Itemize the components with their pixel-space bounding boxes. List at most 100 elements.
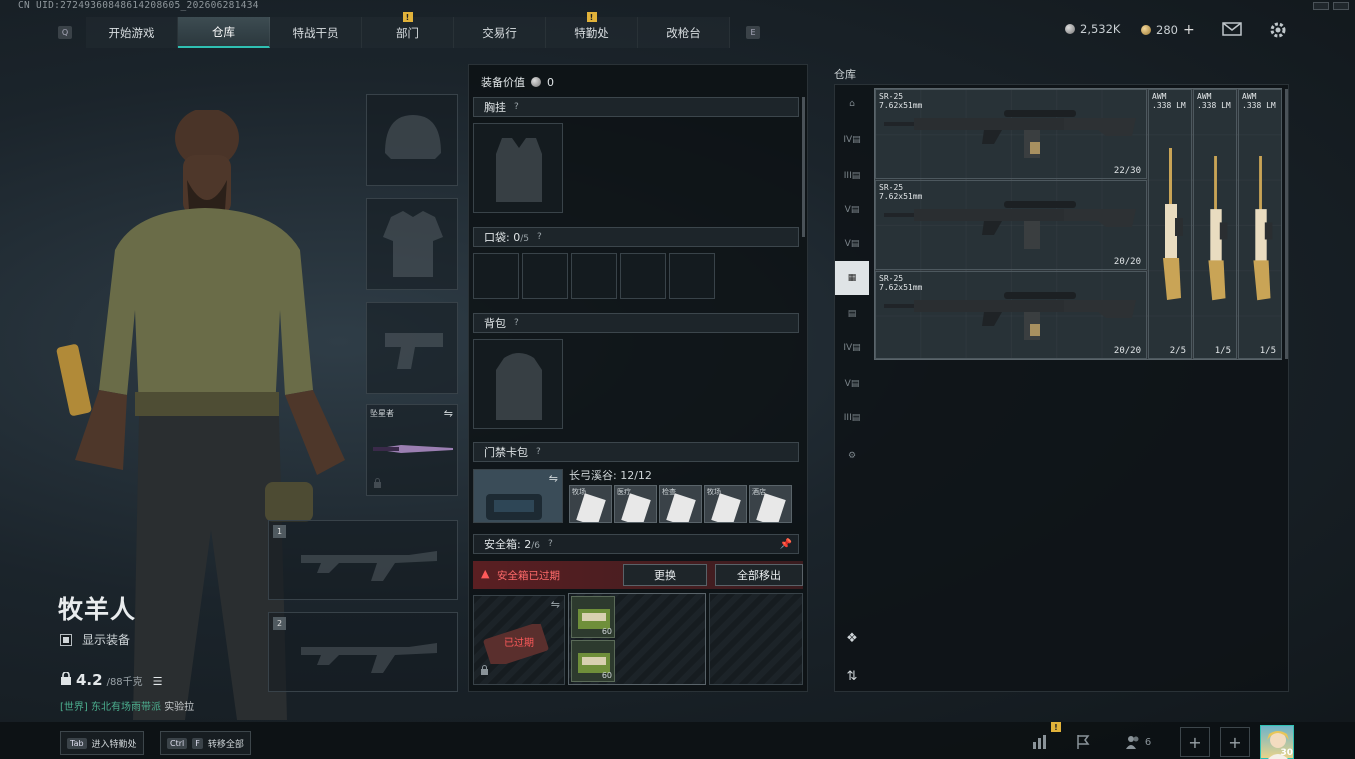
invite-slot-2-button[interactable]: +	[1220, 727, 1250, 757]
tab-3[interactable]: 部门!	[362, 12, 454, 48]
expired-tag: 已过期	[504, 638, 534, 649]
add-gold-button[interactable]: +	[1183, 22, 1195, 38]
weapon-ammo-count: 22/30	[1113, 166, 1141, 176]
player-avatar[interactable]: 30	[1260, 725, 1294, 759]
backpack-title: 背包	[484, 317, 506, 330]
swap-icon[interactable]: ⇋	[549, 472, 558, 485]
swap-icon[interactable]: ⇋	[551, 598, 560, 611]
weapon-item[interactable]: SR-25 7.62x51mm 20/20	[875, 180, 1147, 270]
chat-line[interactable]: [世界] 东北有场雨带派 实验拉	[60, 698, 194, 713]
show-equipment-checkbox[interactable]	[60, 633, 72, 646]
warehouse-tab-10[interactable]: III▤	[835, 401, 869, 435]
keycard-case-slot[interactable]: ⇋	[473, 469, 563, 523]
helmet-slot[interactable]	[366, 94, 458, 186]
tab-6[interactable]: 改枪台	[638, 17, 730, 48]
settings-gear-icon[interactable]	[1268, 20, 1288, 43]
ammo-box-item[interactable]: 60	[571, 640, 615, 682]
help-icon[interactable]: ?	[537, 232, 542, 242]
tab-alert-icon: !	[402, 12, 413, 22]
enter-special-ops-button[interactable]: Tab 进入特勤处	[60, 731, 144, 755]
warehouse-tab-7[interactable]: ▤	[835, 297, 869, 331]
melee-slot[interactable]: 坠星者 ⇋	[366, 404, 458, 496]
pistol-slot[interactable]	[366, 302, 458, 394]
pocket-slot[interactable]	[571, 253, 617, 299]
tab-0[interactable]: 开始游戏	[86, 17, 178, 48]
awm-name: AWM	[1242, 92, 1257, 101]
invite-slot-1-button[interactable]: +	[1180, 727, 1210, 757]
chest-rig-slot[interactable]	[473, 123, 563, 213]
stack-layers-icon[interactable]: ❖	[835, 621, 869, 655]
awm-item[interactable]: AWM .338 LM 2/5	[1148, 89, 1192, 359]
warehouse-settings-icon[interactable]: ⚙	[835, 439, 869, 473]
scrollbar[interactable]	[802, 97, 805, 237]
transfer-all-button[interactable]: Ctrl F 转移全部	[160, 731, 251, 755]
warehouse-tab-5[interactable]: V▤	[835, 193, 869, 227]
safebox-header[interactable]: 安全箱: 2/6 ? 📌	[473, 534, 799, 554]
warehouse-tab-4[interactable]: IV▤	[835, 123, 869, 157]
replace-button[interactable]: 更换	[623, 564, 707, 586]
f-key: F	[192, 737, 203, 749]
pocket-slot[interactable]	[669, 253, 715, 299]
warehouse-tab-8[interactable]: IV▤	[835, 331, 869, 365]
backpack-header[interactable]: 背包?	[473, 313, 799, 333]
stats-chart-icon[interactable]	[1025, 729, 1055, 755]
armor-slot[interactable]	[366, 198, 458, 290]
weapon-item[interactable]: SR-25 7.62x51mm 20/20	[875, 271, 1147, 359]
keycard-item[interactable]: 牧场	[569, 485, 612, 523]
window-controls[interactable]	[1313, 2, 1349, 10]
pin-icon[interactable]: 📌	[780, 539, 792, 550]
ammo-box-item[interactable]: 60	[571, 596, 615, 638]
warehouse-tab-6[interactable]: V▤	[835, 227, 869, 261]
warehouse-tab-3[interactable]: III▤	[835, 159, 869, 193]
keycard-item[interactable]: 医疗	[614, 485, 657, 523]
list-icon[interactable]: ☰	[153, 675, 163, 688]
melee-label: 坠星者	[370, 409, 394, 418]
tab-5[interactable]: 特勤处!	[546, 12, 638, 48]
sort-icon[interactable]: ⇅	[835, 659, 869, 693]
pocket-slot[interactable]	[473, 253, 519, 299]
help-icon[interactable]: ?	[514, 102, 519, 112]
pocket-slot[interactable]	[620, 253, 666, 299]
keycard-title: 门禁卡包	[484, 446, 528, 459]
primary-weapon-slot-2[interactable]: 2	[268, 612, 458, 692]
gold-balance[interactable]: 280 +	[1141, 22, 1195, 38]
pocket-slot[interactable]	[522, 253, 568, 299]
help-icon[interactable]: ?	[536, 447, 541, 457]
tab-2[interactable]: 特战干员	[270, 17, 362, 48]
keycard-item[interactable]: 牧场	[704, 485, 747, 523]
awm-item[interactable]: AWM .338 LM 1/5	[1193, 89, 1237, 359]
show-equipment-toggle[interactable]: 显示装备	[60, 631, 130, 648]
backpack-slot[interactable]	[473, 339, 563, 429]
minimize-icon[interactable]	[1313, 2, 1329, 10]
pockets-header[interactable]: 口袋: 0/5 ?	[473, 227, 799, 247]
warehouse-scrollbar[interactable]	[1285, 89, 1288, 359]
swap-icon[interactable]: ⇋	[444, 407, 453, 420]
warehouse-tab-all[interactable]: ⌂	[835, 87, 869, 121]
tab-key: Tab	[67, 737, 87, 749]
friends-button[interactable]: 6	[1118, 729, 1158, 755]
tab-4[interactable]: 交易行	[454, 17, 546, 48]
help-icon[interactable]: ?	[514, 318, 519, 328]
help-icon[interactable]: ?	[548, 539, 553, 549]
keycard-item[interactable]: 酒店	[749, 485, 792, 523]
transfer-all-label: 转移全部	[207, 739, 244, 750]
primary-weapon-slot-1[interactable]: 1	[268, 520, 458, 600]
safebox-label: 安全箱:	[484, 538, 521, 551]
move-all-button[interactable]: 全部移出	[715, 564, 803, 586]
awm-item[interactable]: AWM .338 LM 1/5	[1238, 89, 1282, 359]
warehouse-tab-9[interactable]: V▤	[835, 367, 869, 401]
keycard-header[interactable]: 门禁卡包?	[473, 442, 799, 462]
safebox-slot[interactable]: ⇋ 已过期	[473, 595, 565, 685]
flag-icon[interactable]	[1068, 729, 1098, 755]
chest-rig-header[interactable]: 胸挂?	[473, 97, 799, 117]
lock-icon	[373, 478, 382, 491]
tab-1[interactable]: 仓库	[178, 17, 270, 48]
chat-player: 实验拉	[164, 702, 195, 713]
avatar-level: 30	[1280, 748, 1293, 758]
warehouse-tab-weapons[interactable]: ▦	[835, 261, 869, 295]
mail-icon[interactable]	[1222, 22, 1242, 39]
keycard-item[interactable]: 检查	[659, 485, 702, 523]
weapon-item[interactable]: SR-25 7.62x51mm 22/30	[875, 89, 1147, 179]
close-icon[interactable]	[1333, 2, 1349, 10]
equip-value-number: 0	[547, 75, 554, 89]
